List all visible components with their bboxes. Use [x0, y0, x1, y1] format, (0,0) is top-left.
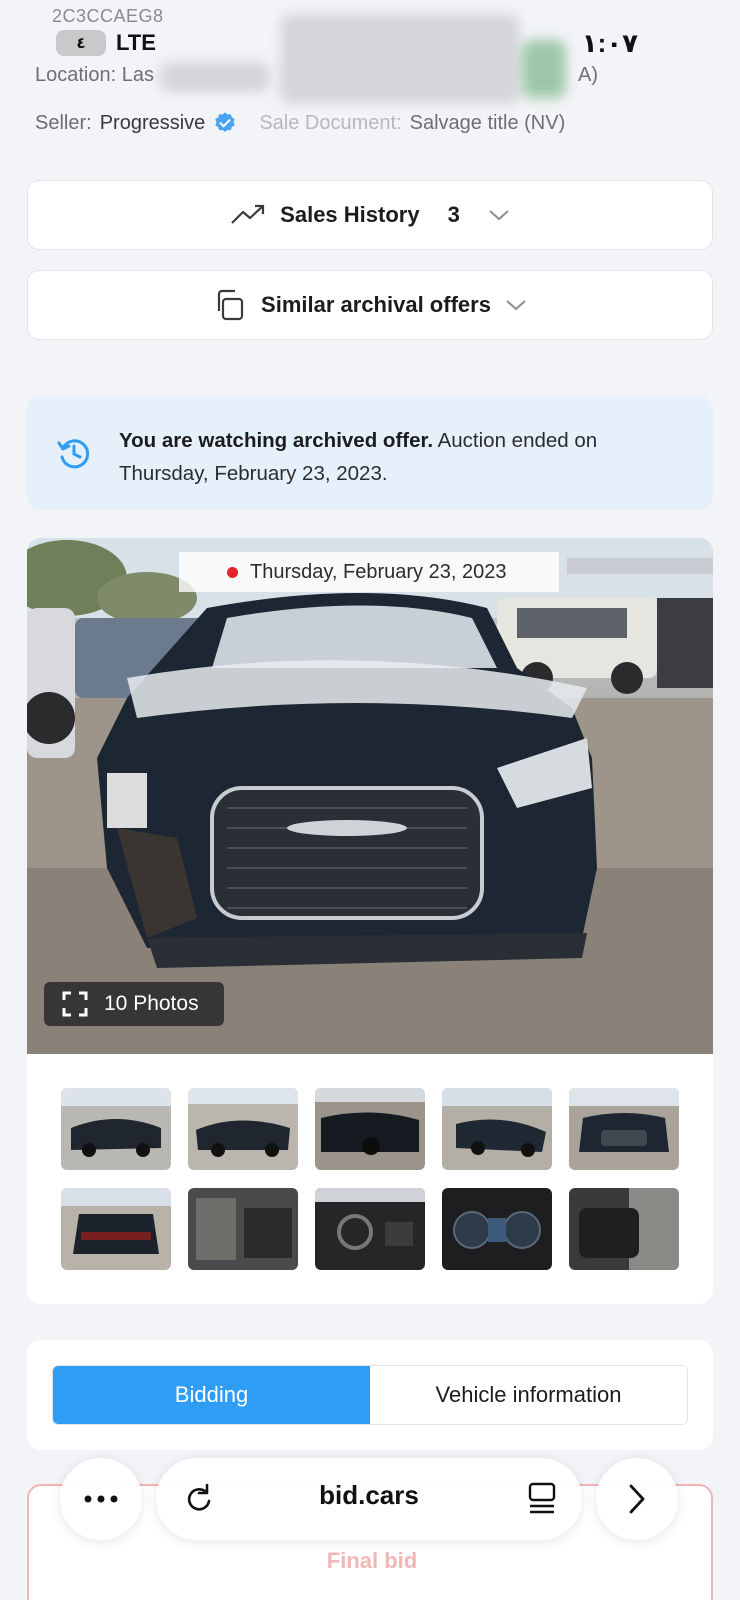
battery-indicator: ٤ — [56, 30, 106, 56]
status-time: ١:٠٧ — [581, 28, 638, 58]
seller-info: Seller: Progressive Sale Document: Salva… — [35, 111, 565, 135]
url-text: bid.cars — [319, 1480, 419, 1510]
history-icon — [57, 439, 90, 469]
seller-name[interactable]: Progressive — [100, 112, 206, 135]
thumbnail[interactable] — [61, 1188, 171, 1270]
more-button[interactable] — [60, 1458, 142, 1540]
status-dot — [227, 566, 238, 578]
sales-history-label: Sales History — [280, 202, 420, 227]
auction-date-chip: Thursday, February 23, 2023 — [179, 552, 559, 592]
sales-history-count: 3 — [447, 202, 460, 227]
final-bid-label: Final bid — [326, 1548, 418, 1573]
similar-offers-accordion[interactable]: Similar archival offers — [27, 270, 713, 340]
thumbnail[interactable] — [442, 1188, 552, 1270]
sale-document-label: Sale Document: — [259, 111, 402, 134]
network-label: LTE — [116, 30, 156, 55]
thumbnail[interactable] — [315, 1088, 425, 1170]
seller-label: Seller: — [35, 111, 92, 134]
notice-bold: You are watching archived offer. — [119, 429, 434, 452]
thumbnail[interactable] — [61, 1088, 171, 1170]
thumbnail[interactable] — [442, 1088, 552, 1170]
chevron-down-icon — [489, 210, 509, 221]
view-all-photos-button[interactable]: 10 Photos — [44, 982, 224, 1026]
vin-text: 2C3CCAEG8 — [52, 6, 164, 26]
status-bar: ٤ LTE — [56, 30, 156, 56]
browser-toolbar: bid.cars — [0, 1456, 740, 1546]
trending-up-icon — [231, 204, 265, 224]
tabs-icon[interactable] — [526, 1480, 558, 1518]
chevron-down-icon — [506, 300, 526, 311]
verified-badge-icon — [215, 112, 236, 132]
blurred-region — [160, 62, 270, 92]
more-icon — [84, 1495, 118, 1503]
auction-date: Thursday, February 23, 2023 — [250, 560, 507, 583]
location-label: Location: Las — [35, 64, 154, 86]
tab-bidding[interactable]: Bidding — [53, 1366, 370, 1424]
similar-offers-label: Similar archival offers — [261, 292, 491, 317]
sale-document-value: Salvage title (NV) — [409, 111, 566, 134]
thumbnail[interactable] — [188, 1188, 298, 1270]
thumbnail[interactable] — [188, 1088, 298, 1170]
thumbnail[interactable] — [569, 1088, 679, 1170]
thumbnail[interactable] — [315, 1188, 425, 1270]
photos-count-label: 10 Photos — [104, 992, 199, 1015]
vehicle-photo-illustration — [27, 538, 713, 1054]
blurred-notification — [280, 14, 520, 104]
main-vehicle-photo[interactable]: Thursday, February 23, 2023 10 Photos — [27, 538, 713, 1054]
tab-bar: Bidding Vehicle information — [52, 1365, 688, 1425]
expand-icon — [62, 991, 88, 1017]
tab-vehicle-information[interactable]: Vehicle information — [370, 1366, 687, 1424]
archived-offer-notice: You are watching archived offer. Auction… — [27, 396, 713, 510]
forward-button[interactable] — [596, 1458, 678, 1540]
thumbnail-grid — [61, 1088, 681, 1270]
photo-gallery: Thursday, February 23, 2023 10 Photos — [27, 538, 713, 1304]
copy-icon — [217, 289, 244, 321]
notice-text: You are watching archived offer. Auction… — [119, 424, 689, 490]
tabs-card: Bidding Vehicle information — [27, 1340, 713, 1450]
header-area: 2C3CCAEG8 ٤ LTE ١:٠٧ Location: Las A) Se… — [0, 0, 740, 172]
thumbnail[interactable] — [569, 1188, 679, 1270]
sales-history-accordion[interactable]: Sales History 3 — [27, 180, 713, 250]
chevron-right-icon — [629, 1484, 645, 1514]
address-bar[interactable]: bid.cars — [156, 1458, 582, 1540]
location-suffix: A) — [578, 64, 598, 86]
blurred-avatar — [522, 40, 566, 98]
